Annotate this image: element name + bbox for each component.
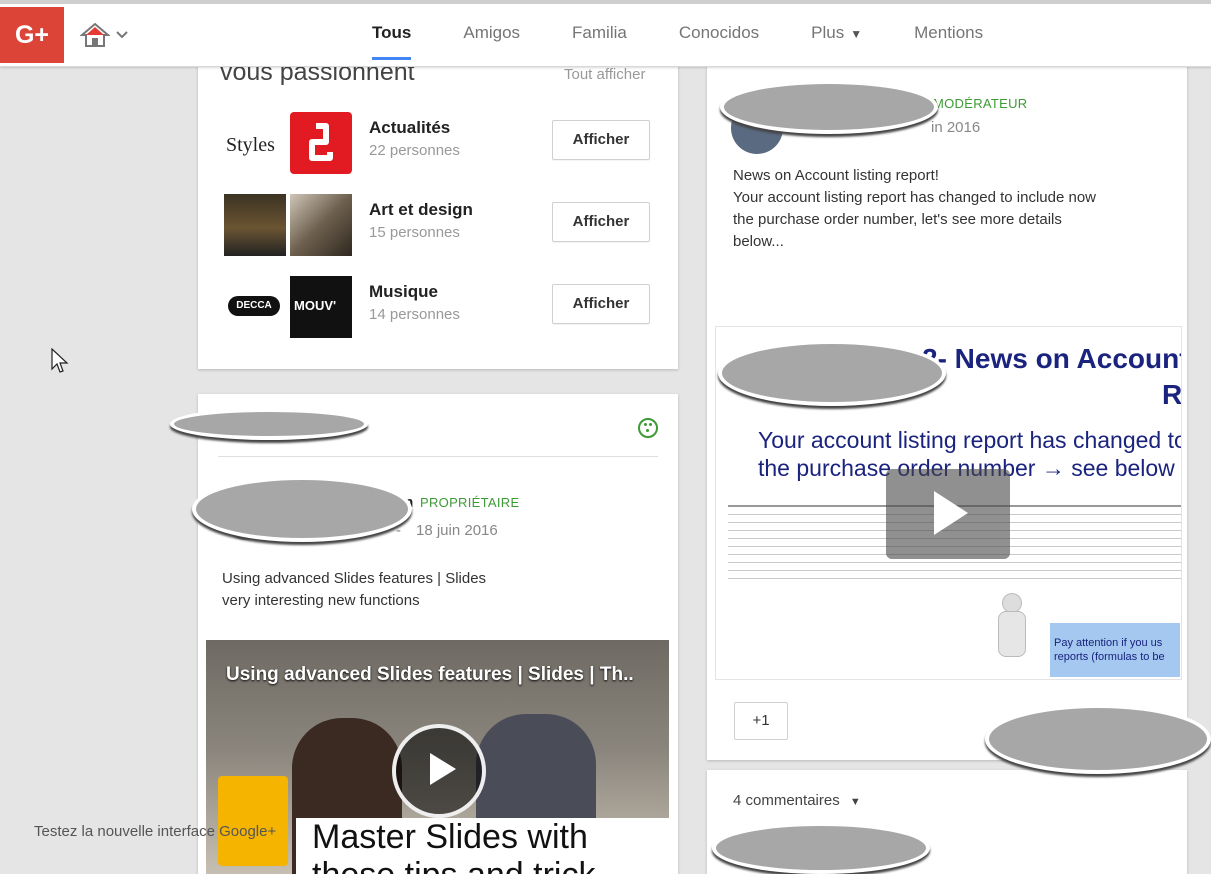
slides-logo-icon [218,776,288,866]
comments-toggle[interactable]: 4 commentaires ▼ [733,792,861,809]
topic-count: 14 personnes [369,306,460,323]
tab-familia[interactable]: Familia [572,23,627,43]
show-topic-button[interactable]: Afficher [552,284,650,324]
tab-tous-label: Tous [372,23,412,42]
topic-thumb-news-icon [290,112,352,174]
post-text-line: below... [733,233,784,250]
chevron-down-icon: ▼ [849,796,861,808]
tab-mentions-label: Mentions [914,23,984,42]
topic-thumb-styles: Styles [224,112,286,174]
post-text-line: Using advanced Slides features | Slides [222,570,487,587]
interests-card: vous passionnent Tout afficher Styles Ac… [198,40,678,369]
top-bar: G+ Tous Amigos Familia Conocidos Plus ▼ M… [0,0,1211,67]
topic-thumb-sculpture [290,194,352,256]
redaction-blob [718,340,946,406]
post-date[interactable]: 18 juin 2016 [416,522,498,539]
show-topic-button[interactable]: Afficher [552,120,650,160]
show-topic-button[interactable]: Afficher [552,202,650,242]
topic-name: Musique [369,282,438,301]
redaction-blob [192,476,412,542]
tab-plus-label: Plus [811,23,845,42]
tab-mentions[interactable]: Mentions [914,23,983,43]
tab-plus[interactable]: Plus ▼ [811,23,862,43]
figure-body [998,611,1026,657]
home-menu-button[interactable] [80,20,140,50]
topic-thumb-mouv: MOUV' [290,276,352,338]
play-icon[interactable] [886,469,1010,559]
play-icon[interactable] [392,724,486,818]
topic-thumb-decca: DECCA [224,276,286,338]
mouv-logo-text: MOUV' [294,298,337,313]
tab-tous[interactable]: Tous [372,23,412,60]
community-dot [649,423,652,426]
community-dot [646,429,649,432]
redaction-blob [985,704,1211,774]
slide-subtitle: Your account listing report has changed … [758,427,1182,453]
post-date[interactable]: in 2016 [931,119,980,136]
community-icon[interactable] [638,418,658,438]
stream-tabs: Tous Amigos Familia Conocidos Plus ▼ Ment… [372,0,1035,66]
post-text-line: very interesting new functions [222,592,420,609]
tab-conocidos[interactable]: Conocidos [679,23,759,43]
redaction-blob [170,408,368,440]
author-role-badge: PROPRIÉTAIRE [420,495,520,510]
community-dot [644,423,647,426]
chevron-down-icon: ▼ [850,27,863,41]
topic-count: 15 personnes [369,224,460,241]
tab-conocidos-label: Conocidos [678,23,760,42]
post-text-line: News on Account listing report! [733,167,939,184]
topic-count: 22 personnes [369,142,460,159]
tab-amigos[interactable]: Amigos [463,23,520,43]
divider [218,456,658,457]
author-role-badge: MODÉRATEUR [933,96,1028,111]
video-title: Using advanced Slides features | Slides … [226,664,634,685]
video-caption-line: these tips and trick [312,856,595,874]
topic-name: Actualités [369,118,451,137]
topic-name: Art et design [369,200,473,219]
slide-note-line: Pay attention if you us [1054,637,1163,649]
slide-title: 2- News on Account l [922,343,1182,374]
news-logo-icon [309,123,333,161]
slide-note-line: reports (formulas to be [1054,651,1165,663]
tab-familia-label: Familia [572,23,627,42]
google-plus-logo[interactable]: G+ [0,7,64,63]
comments-count: 4 commentaires [733,792,840,809]
chevron-down-icon [116,31,128,39]
tab-amigos-label: Amigos [463,23,521,42]
slide-note: Pay attention if you us reports (formula… [1050,623,1180,677]
post-text: Using advanced Slides features | Slides … [222,568,486,612]
post-text-line: Your account listing report has changed … [733,189,1097,206]
try-new-interface-link[interactable]: Testez la nouvelle interface Google+ [34,823,276,840]
slide-title-line2: R [1162,379,1182,410]
play-triangle [934,491,968,535]
video-caption-panel: Master Slides with these tips and trick [296,818,669,874]
post-text-line: the purchase order number, let's see mor… [733,211,1062,228]
redaction-blob [712,822,930,874]
mouse-cursor-icon [51,348,69,373]
post-card-left: in PROPRIÉTAIRE - 18 juin 2016 Using adv… [198,394,678,874]
topic-row-musique: DECCA MOUV' Musique 14 personnes Affiche… [224,276,664,342]
decca-logo-text: DECCA [228,296,280,316]
post-text: News on Account listing report! Your acc… [733,165,1173,253]
plus-one-button[interactable]: +1 [734,702,788,740]
topic-row-actualites: Styles Actualités 22 personnes Afficher [224,112,664,178]
topic-row-art: Art et design 15 personnes Afficher [224,194,664,260]
see-all-link[interactable]: Tout afficher [564,66,645,83]
video-caption-line: Master Slides with [312,818,588,856]
figure-head [1002,593,1022,613]
figure-illustration [984,589,1040,659]
home-icon [80,22,110,47]
redaction-blob [720,80,938,134]
styles-logo-text: Styles [226,134,275,156]
topic-thumb-building [224,194,286,256]
